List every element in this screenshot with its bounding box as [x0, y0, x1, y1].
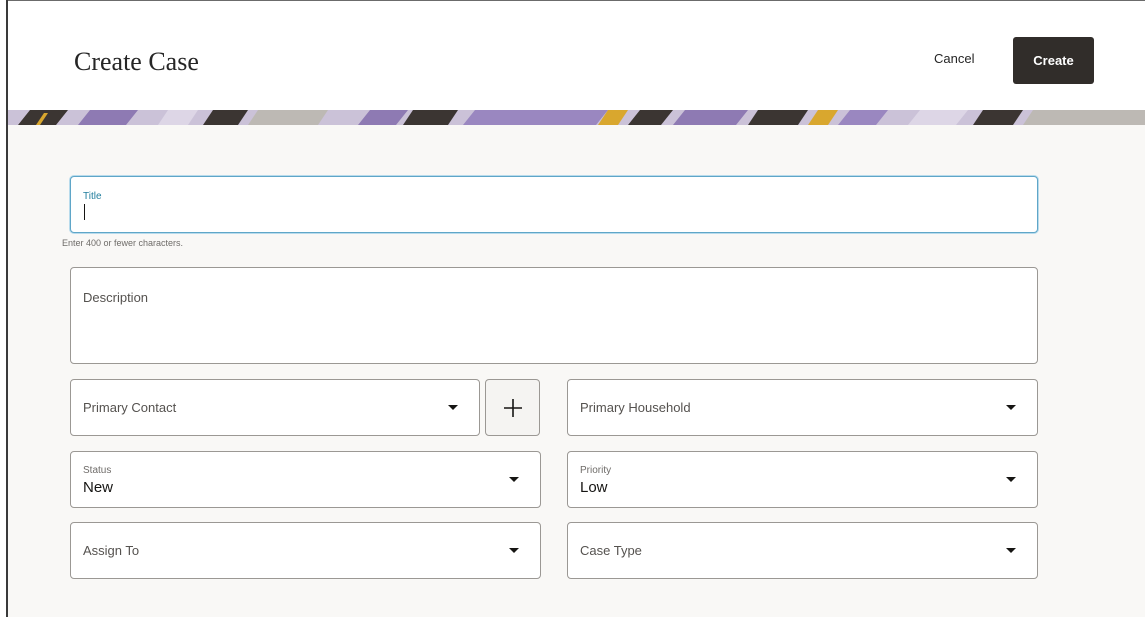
primary-contact-select[interactable]: Primary Contact	[70, 379, 480, 436]
cancel-button[interactable]: Cancel	[934, 51, 974, 66]
chevron-down-icon	[509, 477, 519, 482]
status-select[interactable]: Status New	[70, 451, 541, 508]
chevron-down-icon	[448, 405, 458, 410]
title-field[interactable]: Title	[70, 176, 1038, 233]
page-title: Create Case	[74, 47, 199, 76]
plus-icon	[504, 399, 522, 417]
primary-contact-label: Primary Contact	[83, 400, 177, 415]
chevron-down-icon	[1006, 405, 1016, 410]
decorative-banner	[8, 110, 1145, 125]
priority-label: Priority	[580, 465, 612, 476]
title-helper-text: Enter 400 or fewer characters.	[62, 238, 184, 248]
chevron-down-icon	[1006, 548, 1016, 553]
case-type-label: Case Type	[580, 543, 642, 558]
priority-value: Low	[580, 479, 608, 496]
priority-select[interactable]: Priority Low	[567, 451, 1038, 508]
chevron-down-icon	[509, 548, 519, 553]
primary-household-select[interactable]: Primary Household	[567, 379, 1038, 436]
dialog-header: Create Case Cancel Create	[8, 1, 1145, 111]
description-field[interactable]: Description	[70, 267, 1038, 364]
chevron-down-icon	[1006, 477, 1016, 482]
assign-to-label: Assign To	[83, 543, 140, 558]
primary-household-label: Primary Household	[580, 400, 691, 415]
case-type-select[interactable]: Case Type	[567, 522, 1038, 579]
status-label: Status	[83, 465, 112, 476]
assign-to-select[interactable]: Assign To	[70, 522, 541, 579]
create-button[interactable]: Create	[1013, 37, 1094, 84]
description-label: Description	[83, 290, 149, 305]
status-value: New	[83, 479, 114, 496]
add-contact-button[interactable]	[485, 379, 540, 436]
title-label: Title	[83, 191, 102, 202]
text-caret	[84, 204, 85, 220]
